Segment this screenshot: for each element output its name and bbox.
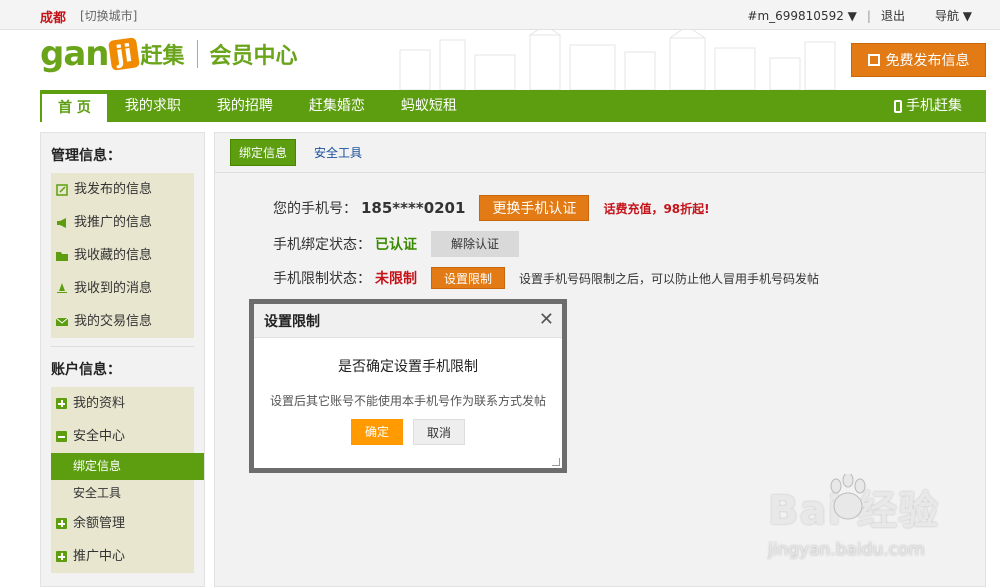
sidebar-item-label: 我推广的信息 [74, 215, 153, 230]
logo-ji: ji [107, 37, 140, 71]
limit-status-value: 未限制 [375, 271, 417, 287]
switch-city-link[interactable]: [切换城市] [80, 7, 137, 24]
baidu-watermark: Bai 经验 jingyan.baidu.com [768, 474, 978, 568]
skyline-decoration [399, 30, 836, 90]
watermark-url: jingyan.baidu.com [768, 540, 925, 560]
publish-button[interactable]: 免费发布信息 [851, 43, 986, 77]
sidebar-item-promo[interactable]: 推广中心 [51, 540, 194, 573]
dialog-question: 是否确定设置手机限制 [338, 359, 478, 375]
confirm-button[interactable]: 确定 [351, 419, 403, 445]
dialog-title: 设置限制 [254, 304, 562, 338]
sidebar-subitem-bind[interactable]: 绑定信息 [51, 453, 204, 480]
expand-icon [56, 518, 67, 529]
account-group: 我的资料 安全中心 [51, 387, 194, 453]
sidebar-item-label: 我的资料 [73, 396, 126, 411]
resize-handle[interactable] [552, 458, 560, 466]
nav-mobile[interactable]: 手机赶集 [894, 90, 962, 122]
bind-status-value: 已认证 [375, 237, 417, 253]
dialog-buttons: 确定 取消 [254, 419, 562, 445]
close-icon[interactable]: ✕ [539, 310, 554, 330]
edit-icon [56, 183, 68, 196]
current-city: 成都 [40, 11, 67, 26]
sidebar-item-label: 我收到的消息 [74, 281, 153, 296]
folder-icon [56, 251, 68, 261]
dialog-body: 设置限制 ✕ 是否确定设置手机限制 设置后其它账号不能使用本手机号作为联系方式发… [254, 304, 562, 468]
top-right-links: #m_699810592 ▼ | 退出 导航 ▼ [747, 7, 972, 24]
dialog-note: 设置后其它账号不能使用本手机号作为联系方式发帖 [269, 394, 546, 408]
nav-dropdown[interactable]: 导航 ▼ [935, 7, 972, 24]
sidebar-item-balance[interactable]: 余额管理 [51, 507, 194, 540]
sidebar: 管理信息： 我发布的信息 我推广的信息 我收藏的信息 我收到的消息 我的交易信息… [40, 132, 205, 587]
user-menu[interactable]: #m_699810592 ▼ [747, 9, 857, 23]
expand-icon [56, 398, 67, 409]
set-limit-dialog: 设置限制 ✕ 是否确定设置手机限制 设置后其它账号不能使用本手机号作为联系方式发… [249, 299, 567, 473]
sidebar-item-label: 我收藏的信息 [74, 248, 153, 263]
tab-bind-info[interactable]: 绑定信息 [230, 139, 297, 166]
header: gan ji 赶集 会员中心 免费发布信息 [0, 30, 1000, 90]
sidebar-item-label: 余额管理 [73, 516, 126, 531]
limit-status-label: 手机限制状态： [273, 271, 371, 287]
phone-row: 您的手机号： 185****0201 更换手机认证 话费充值，98折起! [273, 195, 710, 221]
nav-dating[interactable]: 赶集婚恋 [291, 90, 383, 122]
divider: | [866, 8, 871, 23]
nav-rent[interactable]: 蚂蚁短租 [383, 90, 475, 122]
manage-group: 我发布的信息 我推广的信息 我收藏的信息 我收到的消息 我的交易信息 [51, 173, 194, 338]
sidebar-item-label: 安全中心 [73, 429, 126, 444]
logo-ganji-text: 赶集 [140, 44, 185, 69]
collapse-icon [56, 431, 67, 442]
top-bar: 成都 [切换城市] #m_699810592 ▼ | 退出 导航 ▼ [0, 0, 1000, 30]
phone-icon [894, 99, 902, 113]
sidebar-item-messages[interactable]: 我收到的消息 [51, 272, 194, 305]
phone-label: 您的手机号： [273, 201, 357, 217]
tab-security-tools[interactable]: 安全工具 [306, 140, 370, 165]
publish-label: 免费发布信息 [885, 53, 970, 69]
set-limit-button[interactable]: 设置限制 [431, 267, 506, 289]
logo-gan: gan [40, 34, 109, 74]
bind-status-row: 手机绑定状态： 已认证 解除认证 [273, 231, 520, 257]
nav-home[interactable]: 首 页 [42, 94, 107, 122]
nav-my-jobs[interactable]: 我的求职 [107, 90, 199, 122]
account-title: 账户信息： [51, 362, 121, 378]
logo-divider [196, 40, 198, 68]
limit-hint: 设置手机号码限制之后，可以防止他人冒用手机号码发帖 [519, 271, 820, 286]
member-center-title: 会员中心 [209, 44, 298, 69]
phone-number: 185****0201 [361, 199, 466, 217]
edit-icon [867, 54, 880, 66]
mail-icon [56, 317, 68, 326]
unbind-button[interactable]: 解除认证 [431, 231, 520, 257]
sidebar-item-profile[interactable]: 我的资料 [51, 387, 194, 420]
recharge-link[interactable]: 话费充值，98折起! [603, 200, 709, 217]
nav-mobile-label: 手机赶集 [906, 98, 962, 114]
sidebar-subitem-tools[interactable]: 安全工具 [51, 480, 194, 507]
main-nav: 首 页 我的求职 我的招聘 赶集婚恋 蚂蚁短租 手机赶集 [40, 90, 986, 122]
sidebar-item-label: 我发布的信息 [74, 182, 153, 197]
sidebar-item-label: 我的交易信息 [74, 314, 153, 329]
megaphone-icon [57, 217, 66, 228]
sidebar-item-label: 推广中心 [73, 549, 126, 564]
manage-title: 管理信息： [51, 148, 121, 164]
change-phone-button[interactable]: 更换手机认证 [479, 195, 590, 221]
ganji-logo[interactable]: gan ji 赶集 会员中心 [40, 34, 298, 74]
cancel-button[interactable]: 取消 [413, 419, 465, 445]
paw-icon [830, 474, 866, 520]
sidebar-item-favorites[interactable]: 我收藏的信息 [51, 239, 194, 272]
bind-status-label: 手机绑定状态： [273, 237, 371, 253]
limit-status-row: 手机限制状态： 未限制 设置限制 设置手机号码限制之后，可以防止他人冒用手机号码… [273, 267, 819, 289]
nav-my-recruit[interactable]: 我的招聘 [199, 90, 291, 122]
expand-icon [56, 551, 67, 562]
sidebar-item-promoted[interactable]: 我推广的信息 [51, 206, 194, 239]
bell-icon [57, 282, 67, 293]
account-group-2: 余额管理 推广中心 [51, 507, 194, 573]
sidebar-item-published[interactable]: 我发布的信息 [51, 173, 194, 206]
tab-bar: 绑定信息 安全工具 [215, 133, 985, 173]
logout-link[interactable]: 退出 [881, 7, 905, 24]
sidebar-item-trades[interactable]: 我的交易信息 [51, 305, 194, 338]
sidebar-item-security[interactable]: 安全中心 [51, 420, 194, 453]
